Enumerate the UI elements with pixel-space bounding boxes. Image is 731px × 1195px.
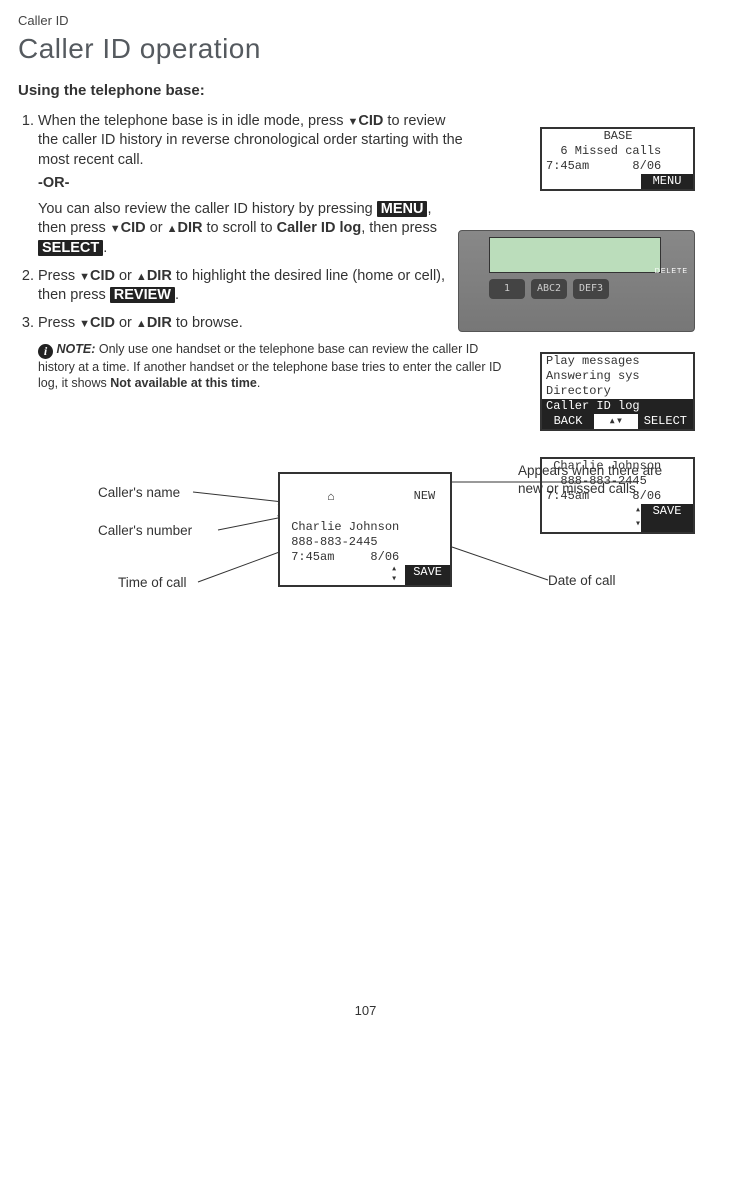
lcd-line: 6 Missed calls	[542, 144, 693, 159]
label-time-of-call: Time of call	[118, 574, 187, 592]
phone-screen	[489, 237, 661, 273]
label-callers-name: Caller's name	[98, 484, 180, 502]
softkey-save: SAVE	[405, 565, 450, 585]
softkey-select: SELECT	[638, 414, 693, 429]
note-label: NOTE:	[56, 342, 95, 356]
down-triangle-icon	[348, 113, 359, 129]
keypad-3: DEF3	[573, 279, 609, 299]
text: or	[146, 220, 167, 236]
note-not-available: Not available at this time	[110, 376, 257, 390]
label-date-of-call: Date of call	[548, 572, 616, 590]
note-block: i NOTE: Only use one handset or the tele…	[38, 341, 508, 392]
text: .	[175, 287, 179, 303]
lcd-line: 7:45am 8/06	[542, 159, 693, 174]
lcd-line: 7:45am 8/06	[280, 550, 450, 565]
text: .	[103, 240, 107, 256]
arrows-icon: ▴▾	[594, 414, 638, 429]
cid-key: CID	[90, 268, 115, 284]
keypad-1: 1	[489, 279, 525, 299]
dir-key: DIR	[147, 268, 172, 284]
step-1-alt: You can also review the caller ID histor…	[38, 200, 458, 259]
or-divider: -OR-	[38, 174, 468, 194]
note-body: Only use one handset or the telephone ba…	[38, 342, 501, 390]
label-callers-number: Caller's number	[98, 522, 192, 540]
lcd-line: 888-883-2445	[280, 535, 450, 550]
lcd-line: Charlie Johnson	[280, 520, 450, 535]
text: When the telephone base is in idle mode,…	[38, 113, 348, 129]
breadcrumb: Caller ID	[18, 12, 713, 30]
cid-key: CID	[90, 315, 115, 331]
step-1: When the telephone base is in idle mode,…	[38, 112, 468, 259]
cid-key: CID	[358, 113, 383, 129]
lcd-line-highlighted: Caller ID log	[542, 399, 693, 414]
up-triangle-icon	[136, 268, 147, 284]
text: or	[115, 268, 136, 284]
cid-key: CID	[121, 220, 146, 236]
lcd-screenshot-annotated: ⌂ NEW Charlie Johnson 888-883-2445 7:45a…	[278, 472, 452, 587]
annotated-lcd-diagram: Caller's name Caller's number Time of ca…	[18, 462, 713, 662]
up-triangle-icon	[136, 315, 147, 331]
text: to scroll to	[202, 220, 276, 236]
arrows-icon: ▴▾	[387, 565, 401, 585]
lcd-screenshot-base-idle: BASE 6 Missed calls 7:45am 8/06 MENU	[540, 127, 695, 191]
lcd-line: Directory	[542, 384, 693, 399]
lcd-line: BASE	[542, 129, 693, 144]
text: or	[115, 315, 136, 331]
select-pill: SELECT	[38, 240, 103, 256]
info-icon: i	[38, 344, 53, 359]
text: Press	[38, 315, 79, 331]
lcd-line: Answering sys	[542, 369, 693, 384]
keypad-2: ABC2	[531, 279, 567, 299]
up-triangle-icon	[167, 220, 178, 236]
lcd-screenshot-menu: Play messages Answering sys Directory Ca…	[540, 352, 695, 431]
down-triangle-icon	[79, 315, 90, 331]
text: .	[257, 376, 260, 390]
softkey-menu: MENU	[641, 174, 693, 189]
label-new-indicator: Appears when there are new or missed cal…	[518, 462, 678, 498]
text: , then press	[361, 220, 437, 236]
down-triangle-icon	[79, 268, 90, 284]
lcd-line: NEW	[334, 489, 435, 503]
page-number: 107	[18, 1002, 713, 1020]
page-title: Caller ID operation	[18, 30, 713, 68]
text: to browse.	[172, 315, 243, 331]
lcd-line: Play messages	[542, 354, 693, 369]
step-2: Press CID or DIR to highlight the desire…	[38, 267, 458, 306]
review-pill: REVIEW	[110, 287, 175, 303]
menu-pill: MENU	[377, 201, 428, 217]
delete-label: DELETE	[655, 267, 688, 276]
section-subhead: Using the telephone base:	[18, 81, 713, 101]
text: You can also review the caller ID histor…	[38, 201, 377, 217]
phone-base-photo: 1 ABC2 DEF3 DELETE	[458, 230, 695, 332]
caller-id-log-text: Caller ID log	[277, 220, 362, 236]
lcd-new-indicator: ⌂ NEW	[280, 474, 450, 520]
softkey-back: BACK	[542, 414, 594, 429]
text: Press	[38, 268, 79, 284]
down-triangle-icon	[110, 220, 121, 236]
dir-key: DIR	[177, 220, 202, 236]
dir-key: DIR	[147, 315, 172, 331]
